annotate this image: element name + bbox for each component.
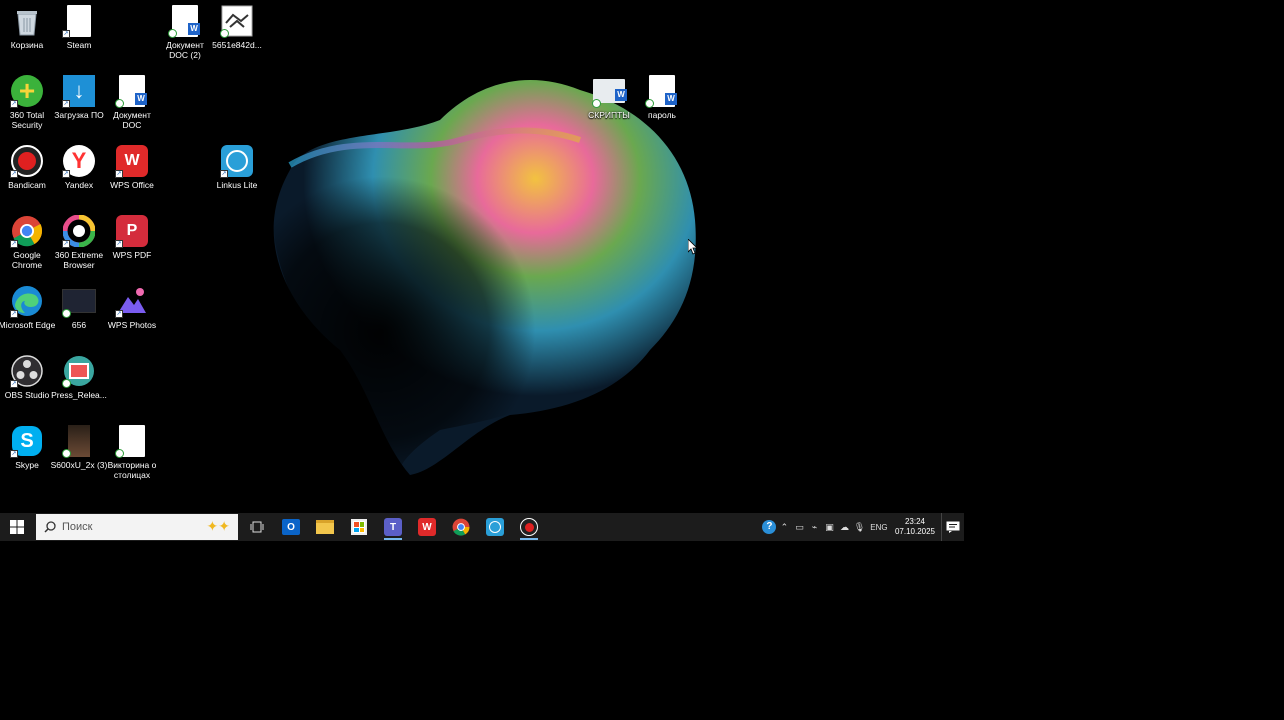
desktop-icon-656[interactable]: 656 bbox=[52, 284, 106, 330]
sync-status-icon bbox=[115, 449, 124, 458]
file-icon bbox=[67, 5, 91, 37]
desktop-icon-linkus-lite[interactable]: ↗ Linkus Lite bbox=[210, 144, 264, 190]
bandicam-icon bbox=[520, 518, 538, 536]
desktop-icon-hash-file[interactable]: 5651e842d... bbox=[210, 4, 264, 50]
microphone-icon[interactable]: 🎙 bbox=[852, 513, 867, 541]
sync-status-icon bbox=[645, 99, 654, 108]
desktop-icon-wps-office[interactable]: W ↗ WPS Office bbox=[105, 144, 159, 190]
desktop-icon-wps-pdf[interactable]: P ↗ WPS PDF bbox=[105, 214, 159, 260]
shortcut-arrow-icon: ↗ bbox=[62, 240, 70, 248]
sync-status-icon bbox=[220, 29, 229, 38]
linkus-icon bbox=[486, 518, 504, 536]
task-view-icon bbox=[250, 521, 264, 533]
desktop: Корзина + ↗ 360 Total Security ↗ Bandicam… bbox=[0, 0, 964, 513]
desktop-icon-wps-photos[interactable]: ↗ WPS Photos bbox=[105, 284, 159, 330]
desktop-icon-obs-studio[interactable]: ↗ OBS Studio bbox=[0, 354, 54, 400]
desktop-icon-document-doc[interactable]: W Документ DOC bbox=[105, 74, 159, 130]
shortcut-arrow-icon: ↗ bbox=[10, 450, 18, 458]
taskbar-bandicam[interactable] bbox=[512, 513, 546, 541]
sync-status-icon bbox=[62, 449, 71, 458]
clock-date: 07.10.2025 bbox=[894, 527, 935, 536]
shortcut-arrow-icon: ↗ bbox=[10, 240, 18, 248]
shortcut-arrow-icon: ↗ bbox=[62, 170, 70, 178]
desktop-icon-yandex[interactable]: Y ↗ Yandex bbox=[52, 144, 106, 190]
folder-icon bbox=[316, 520, 334, 534]
taskbar-teams[interactable]: T bbox=[376, 513, 410, 541]
shortcut-arrow-icon: ↗ bbox=[220, 170, 228, 178]
shortcut-arrow-icon: ↗ bbox=[115, 240, 123, 248]
notification-icon bbox=[946, 521, 960, 533]
image-file-icon bbox=[68, 425, 90, 457]
sync-status-icon bbox=[62, 379, 71, 388]
desktop-icon-scripts[interactable]: W СКРИПТЫ bbox=[582, 74, 636, 120]
recycle-bin-icon bbox=[17, 11, 37, 36]
tray-help-icon[interactable]: ? bbox=[762, 513, 777, 541]
taskbar-linkus[interactable] bbox=[478, 513, 512, 541]
task-view-button[interactable] bbox=[240, 513, 274, 541]
desktop-icon-skype[interactable]: S ↗ Skype bbox=[0, 424, 54, 470]
start-button[interactable] bbox=[0, 513, 34, 541]
store-icon bbox=[351, 519, 367, 535]
monitor-icon[interactable]: ▣ bbox=[822, 513, 837, 541]
desktop-icon-bandicam[interactable]: ↗ Bandicam bbox=[0, 144, 54, 190]
desktop-icon-360-extreme-browser[interactable]: ↗ 360 Extreme Browser bbox=[52, 214, 106, 270]
search-icon bbox=[44, 521, 56, 533]
taskbar-wps-office[interactable]: W bbox=[410, 513, 444, 541]
desktop-icon-steam[interactable]: ↗ Steam bbox=[52, 4, 106, 50]
taskbar-search-box[interactable]: Поиск ✦✦ bbox=[36, 514, 238, 540]
desktop-icon-s600xu[interactable]: S600xU_2x (3) bbox=[51, 424, 107, 470]
desktop-icon-recycle-bin[interactable]: Корзина bbox=[0, 4, 54, 50]
mouse-cursor-icon bbox=[688, 239, 698, 255]
search-placeholder: Поиск bbox=[62, 521, 93, 533]
desktop-icon-parol[interactable]: W пароль bbox=[635, 74, 689, 120]
shortcut-arrow-icon: ↗ bbox=[115, 170, 123, 178]
sync-status-icon bbox=[62, 309, 71, 318]
shortcut-arrow-icon: ↗ bbox=[62, 30, 70, 38]
system-tray: ? ⌃ ▭ ⌁ ▣ ☁ 🎙 ENG 23:24 07.10.2025 bbox=[762, 513, 964, 541]
desktop-icon-viktorina[interactable]: Викторина о столицах bbox=[105, 424, 159, 480]
notification-center-button[interactable] bbox=[941, 513, 964, 541]
tray-device-icon[interactable]: ▭ bbox=[792, 513, 807, 541]
taskbar-store[interactable] bbox=[342, 513, 376, 541]
shortcut-arrow-icon: ↗ bbox=[115, 310, 123, 318]
search-highlight-icon: ✦✦ bbox=[206, 518, 230, 534]
desktop-icon-microsoft-edge[interactable]: ↗ Microsoft Edge bbox=[0, 284, 55, 330]
sync-status-icon bbox=[115, 99, 124, 108]
taskbar: Поиск ✦✦ O T W ? ⌃ ▭ ⌁ ▣ ☁ 🎙 ENG 23:24 0… bbox=[0, 513, 964, 541]
tray-usb-icon[interactable]: ⌁ bbox=[807, 513, 822, 541]
windows-logo-icon bbox=[10, 520, 24, 534]
wallpaper-image bbox=[273, 80, 696, 475]
chrome-icon bbox=[452, 518, 470, 536]
teams-icon: T bbox=[384, 518, 402, 536]
taskbar-chrome[interactable] bbox=[444, 513, 478, 541]
shortcut-arrow-icon: ↗ bbox=[10, 310, 18, 318]
desktop-icon-360-total-security[interactable]: + ↗ 360 Total Security bbox=[0, 74, 54, 130]
shortcut-arrow-icon: ↗ bbox=[10, 380, 18, 388]
clock-time: 23:24 bbox=[904, 517, 925, 526]
shortcut-arrow-icon: ↗ bbox=[10, 100, 18, 108]
desktop-icon-press-release[interactable]: Press_Relea... bbox=[51, 354, 107, 400]
clock[interactable]: 23:24 07.10.2025 bbox=[895, 517, 935, 537]
desktop-icon-document-doc-2[interactable]: W Документ DOC (2) bbox=[158, 4, 212, 60]
shortcut-arrow-icon: ↗ bbox=[10, 170, 18, 178]
sync-status-icon bbox=[168, 29, 177, 38]
cloud-icon[interactable]: ☁ bbox=[837, 513, 852, 541]
language-indicator[interactable]: ENG bbox=[867, 513, 891, 541]
outlook-icon: O bbox=[282, 519, 300, 535]
desktop-icon-google-chrome[interactable]: ↗ Google Chrome bbox=[0, 214, 54, 270]
taskbar-file-explorer[interactable] bbox=[308, 513, 342, 541]
shortcut-arrow-icon: ↗ bbox=[62, 100, 70, 108]
sync-status-icon bbox=[592, 99, 601, 108]
taskbar-outlook[interactable]: O bbox=[274, 513, 308, 541]
wps-office-icon: W bbox=[418, 518, 436, 536]
chevron-up-icon[interactable]: ⌃ bbox=[777, 513, 792, 541]
desktop-icon-zagruzka-po[interactable]: ↓ ↗ Загрузка ПО bbox=[52, 74, 106, 120]
